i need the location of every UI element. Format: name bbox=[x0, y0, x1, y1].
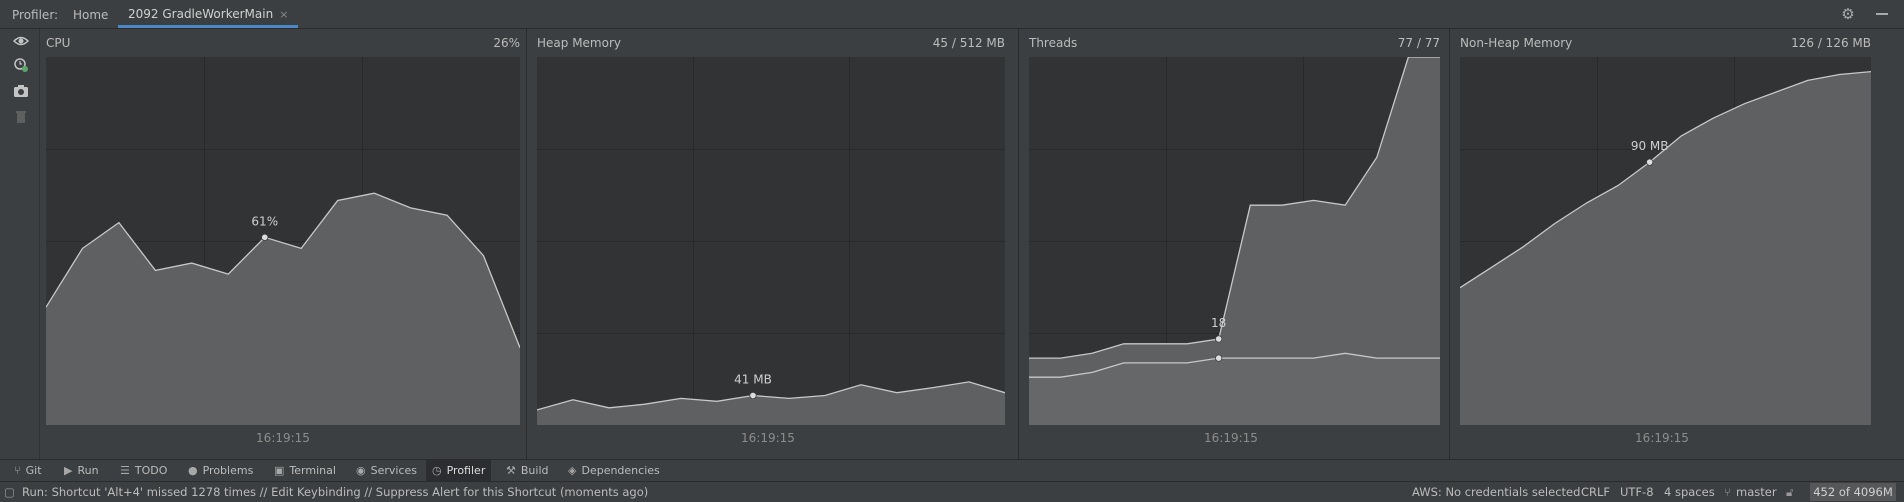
panel-divider bbox=[1449, 29, 1450, 459]
tool-dependencies[interactable]: ◈ Dependencies bbox=[562, 460, 666, 481]
profiler-charts: CPU 26% 61% 16:19:15 Heap Memory 45 / 51… bbox=[40, 29, 1904, 459]
nonheap-title: Non-Heap Memory bbox=[1460, 36, 1573, 50]
cpu-chart[interactable]: 61% bbox=[46, 57, 520, 425]
series-point bbox=[261, 233, 269, 241]
build-icon: ⚒ bbox=[506, 464, 516, 477]
series-point bbox=[749, 391, 757, 400]
eye-icon[interactable] bbox=[12, 33, 30, 51]
profiler-side-toolbar bbox=[0, 29, 40, 459]
panel-divider bbox=[1018, 29, 1019, 459]
cpu-title: CPU bbox=[46, 36, 71, 50]
marker-label: 90 MB bbox=[1631, 139, 1669, 153]
git-icon: ⑂ bbox=[14, 464, 21, 477]
tool-terminal-label: Terminal bbox=[289, 464, 336, 477]
threads-title: Threads bbox=[1029, 36, 1078, 50]
tool-services-label: Services bbox=[370, 464, 417, 477]
attach-icon[interactable] bbox=[12, 57, 30, 75]
tool-git-label: Git bbox=[25, 464, 42, 477]
tool-problems-label: Problems bbox=[202, 464, 254, 477]
tool-services[interactable]: ◉ Services bbox=[350, 460, 423, 481]
status-bar-toggle-icon[interactable]: ▢ bbox=[4, 485, 15, 499]
tool-git[interactable]: ⑂ Git bbox=[8, 460, 48, 481]
problems-icon: ● bbox=[188, 464, 198, 477]
file-encoding[interactable]: UTF-8 bbox=[1620, 485, 1654, 499]
line-separator[interactable]: CRLF bbox=[1581, 485, 1610, 499]
gear-icon[interactable]: ⚙ bbox=[1840, 6, 1856, 22]
dependencies-icon: ◈ bbox=[568, 464, 577, 477]
threads-time-label: 16:19:15 bbox=[1204, 431, 1258, 445]
tool-build[interactable]: ⚒ Build bbox=[500, 460, 555, 481]
tool-build-label: Build bbox=[520, 464, 549, 477]
threads-panel: Threads 77 / 77 18 16:19:15 bbox=[1023, 29, 1440, 449]
services-icon: ◉ bbox=[356, 464, 366, 477]
series-point bbox=[1215, 354, 1223, 362]
active-tab-indicator bbox=[118, 25, 299, 28]
minimize-icon[interactable] bbox=[1876, 13, 1888, 15]
series-point bbox=[1215, 335, 1223, 343]
tool-profiler[interactable]: ◷ Profiler bbox=[426, 460, 492, 481]
nonheap-panel: Non-Heap Memory 126 / 126 MB 90 MB 16:19… bbox=[1454, 29, 1871, 449]
tool-todo[interactable]: ☰ TODO bbox=[114, 460, 173, 481]
terminal-icon: ▣ bbox=[274, 464, 285, 477]
heap-panel: Heap Memory 45 / 512 MB 41 MB 16:19:15 bbox=[531, 29, 1005, 449]
tab-home[interactable]: Home bbox=[73, 8, 108, 22]
nonheap-chart[interactable]: 90 MB bbox=[1460, 57, 1871, 425]
tool-profiler-label: Profiler bbox=[446, 464, 486, 477]
tab-gradle-worker-label: 2092 GradleWorkerMain bbox=[128, 7, 274, 21]
heap-value: 45 / 512 MB bbox=[932, 36, 1005, 50]
git-branch[interactable]: master bbox=[1736, 485, 1777, 499]
marker-label: 41 MB bbox=[734, 373, 772, 387]
tool-problems[interactable]: ● Problems bbox=[182, 460, 259, 481]
status-message[interactable]: Run: Shortcut 'Alt+4' missed 1278 times … bbox=[22, 485, 648, 499]
status-bar: ▢ Run: Shortcut 'Alt+4' missed 1278 time… bbox=[0, 481, 1904, 502]
lock-icon[interactable]: 🔓︎ bbox=[1786, 485, 1793, 500]
cpu-value: 26% bbox=[493, 36, 520, 50]
threads-value: 77 / 77 bbox=[1397, 36, 1440, 50]
profiler-header: Profiler: Home 2092 GradleWorkerMain × ⚙ bbox=[0, 0, 1904, 29]
tool-todo-label: TODO bbox=[134, 464, 168, 477]
trash-icon[interactable] bbox=[12, 109, 30, 127]
cpu-panel: CPU 26% 61% 16:19:15 bbox=[40, 29, 520, 449]
tool-dependencies-label: Dependencies bbox=[581, 464, 660, 477]
nonheap-value: 126 / 126 MB bbox=[1791, 36, 1871, 50]
cpu-time-label: 16:19:15 bbox=[256, 431, 310, 445]
profiler-icon: ◷ bbox=[432, 464, 442, 477]
tool-terminal[interactable]: ▣ Terminal bbox=[268, 460, 342, 481]
panel-divider bbox=[526, 29, 527, 459]
marker-label: 18 bbox=[1211, 316, 1226, 330]
nonheap-time-label: 16:19:15 bbox=[1635, 431, 1689, 445]
profiler-label: Profiler: bbox=[12, 8, 59, 22]
series-point bbox=[1646, 158, 1654, 166]
tool-run[interactable]: ▶ Run bbox=[58, 460, 105, 481]
run-icon: ▶ bbox=[64, 464, 73, 477]
todo-icon: ☰ bbox=[120, 464, 130, 477]
tool-run-label: Run bbox=[77, 464, 99, 477]
aws-status[interactable]: AWS: No credentials selected bbox=[1412, 485, 1580, 499]
indent-setting[interactable]: 4 spaces bbox=[1664, 485, 1715, 499]
heap-time-label: 16:19:15 bbox=[741, 431, 795, 445]
tab-gradle-worker[interactable]: 2092 GradleWorkerMain × bbox=[118, 0, 299, 28]
snapshot-icon[interactable] bbox=[12, 83, 30, 101]
heap-chart[interactable]: 41 MB bbox=[537, 57, 1005, 425]
marker-label: 61% bbox=[251, 214, 278, 228]
close-icon[interactable]: × bbox=[279, 8, 288, 21]
tool-window-bar: ⑂ Git ▶ Run ☰ TODO ● Problems ▣ Terminal ◉ Ser… bbox=[0, 459, 1904, 481]
threads-chart[interactable]: 18 bbox=[1029, 57, 1440, 425]
branch-icon: ⑂ bbox=[1724, 485, 1731, 499]
memory-indicator[interactable]: 452 of 4096M bbox=[1810, 483, 1896, 501]
heap-title: Heap Memory bbox=[537, 36, 621, 50]
